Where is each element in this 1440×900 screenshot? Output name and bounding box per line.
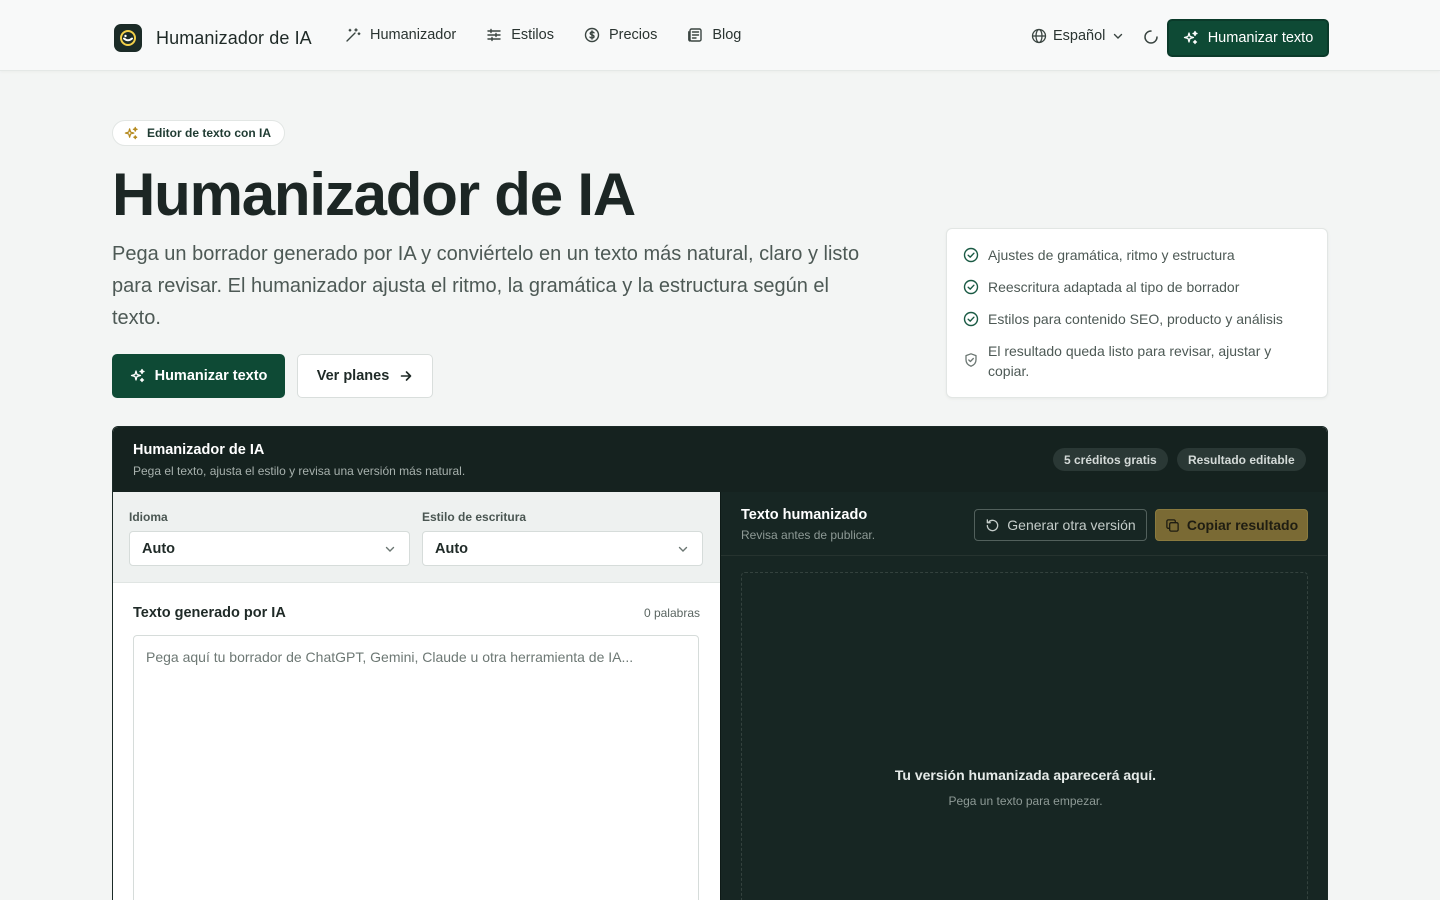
chevron-down-icon [678,546,688,552]
nav-label: Precios [608,27,658,43]
nav-label: Estilos [511,27,554,43]
language-option-label: Idioma [129,510,168,524]
dollar-coin-icon [584,27,600,43]
regenerate-label: Generar otra versión [1007,517,1136,533]
tool-header: Humanizador de IA Pega el texto, ajusta … [113,427,1327,492]
header-humanize-label: Humanizar texto [1207,30,1314,46]
sparkles-icon [1183,30,1198,45]
options-bar: Idioma Auto Estilo de escritura Auto [113,492,720,583]
humanized-output-area: Tu versión humanizada aparecerá aquí. Pe… [741,572,1308,900]
word-count: 0 palabras [643,606,700,620]
copy-result-button[interactable]: Copiar resultado [1155,509,1308,541]
feature-item: El resultado queda listo para revisar, a… [963,341,1311,381]
output-divider [721,555,1327,556]
nav-item-estilos[interactable]: Estilos [486,27,554,43]
check-circle-icon [963,311,979,327]
nav-item-humanizador[interactable]: Humanizador [345,27,456,43]
writing-style-select[interactable]: Auto [422,531,703,566]
logo-icon [114,24,142,52]
nav-item-blog[interactable]: Blog [687,27,741,43]
feature-text: Ajustes de gramática, ritmo y estructura [988,247,1235,263]
style-option-label: Estilo de escritura [422,510,527,524]
feature-item: Reescritura adaptada al tipo de borrador [963,277,1311,297]
magic-wand-icon [346,28,361,42]
chevron-down-icon [385,546,395,552]
brand-link[interactable]: Humanizador de IA [114,24,312,52]
hero-pill-badge: Editor de texto con IA [112,120,286,146]
check-circle-icon [963,279,979,295]
feature-text: El resultado queda listo para revisar, a… [988,343,1272,379]
copy-icon [1166,518,1179,532]
arrow-right-icon [400,371,412,381]
check-circle-icon [963,247,979,263]
nav-label: Humanizador [370,27,457,43]
style-select-value: Auto [435,540,469,557]
language-select[interactable]: Auto [129,531,410,566]
main-nav: Humanizador Estilos Precios Blog [345,27,741,43]
input-pane: Idioma Auto Estilo de escritura Auto Tex… [113,492,720,900]
free-credits-badge: 5 créditos gratis [1053,448,1168,471]
sparkles-icon [124,126,138,139]
view-plans-button[interactable]: Ver planes [297,354,433,398]
output-subtitle: Revisa antes de publicar. [741,528,876,542]
empty-state-subtitle: Pega un texto para empezar. [948,794,1103,808]
hero-description: Pega un borrador generado por IA y convi… [112,243,860,329]
view-plans-label: Ver planes [316,368,390,384]
language-label: Español [1053,28,1106,44]
regenerate-button[interactable]: Generar otra versión [974,509,1147,541]
shield-check-icon [965,353,977,367]
tool-title: Humanizador de IA [133,442,265,458]
top-navigation-bar: Humanizador de IA Humanizador Estilos Pr… [0,0,1440,71]
feature-item: Ajustes de gramática, ritmo y estructura [963,245,1311,265]
header-humanize-button[interactable]: Humanizar texto [1167,19,1329,57]
feature-text: Estilos para contenido SEO, producto y a… [988,311,1283,327]
features-card: Ajustes de gramática, ritmo y estructura… [946,228,1328,398]
sliders-icon [487,28,501,42]
nav-label: Blog [712,27,742,43]
sparkles-icon [130,368,145,383]
pill-label: Editor de texto con IA [147,126,272,140]
language-select-value: Auto [142,540,176,557]
tool-subtitle: Pega el texto, ajusta el estilo y revisa… [133,464,466,478]
empty-state-title: Tu versión humanizada aparecerá aquí. [894,767,1157,783]
chevron-down-icon [1114,33,1123,39]
nav-item-precios[interactable]: Precios [584,27,657,43]
output-pane: Texto humanizado Revisa antes de publica… [720,492,1327,900]
globe-icon [1031,28,1047,44]
brand-name: Humanizador de IA [156,27,312,48]
loading-spinner-icon [1144,30,1158,44]
refresh-icon [986,518,999,531]
page-title: Humanizador de IA [112,161,636,228]
feature-text: Reescritura adaptada al tipo de borrador [988,279,1240,295]
copy-result-label: Copiar resultado [1186,517,1299,533]
newspaper-icon [688,28,703,42]
humanizer-tool-panel: Humanizador de IA Pega el texto, ajusta … [112,426,1328,900]
editable-result-badge: Resultado editable [1177,448,1306,471]
hero-humanize-label: Humanizar texto [154,368,268,384]
ai-text-input[interactable]: Pega aquí tu borrador de ChatGPT, Gemini… [133,635,699,900]
input-placeholder: Pega aquí tu borrador de ChatGPT, Gemini… [146,649,634,665]
input-title: Texto generado por IA [133,605,286,621]
output-title: Texto humanizado [741,507,868,523]
language-selector[interactable]: Español [1031,28,1125,44]
feature-item: Estilos para contenido SEO, producto y a… [963,309,1311,329]
hero-humanize-button[interactable]: Humanizar texto [112,354,285,398]
